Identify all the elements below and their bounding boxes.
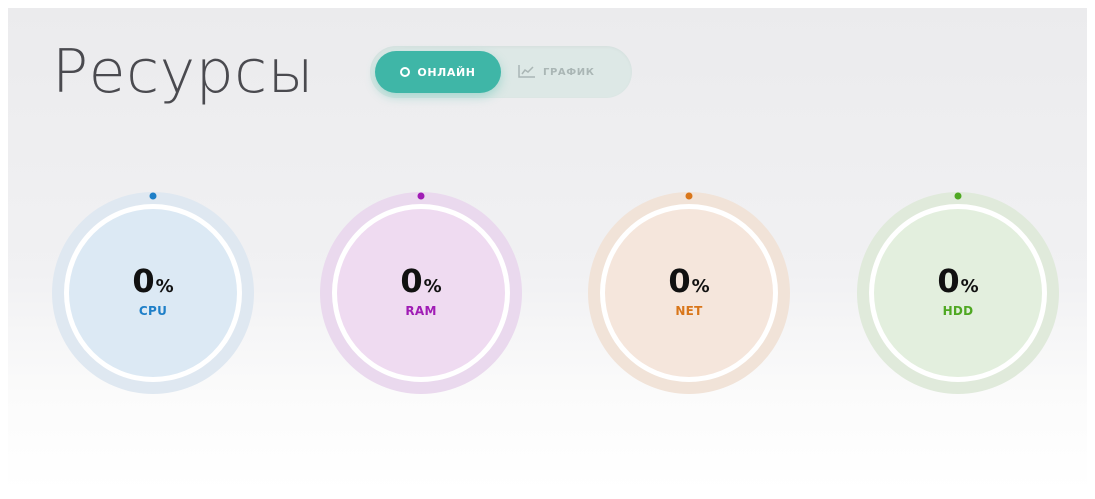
online-label: ОНЛАЙН	[417, 65, 476, 79]
line-chart-icon	[518, 63, 536, 82]
gauge-net: 0% NET	[586, 184, 792, 396]
view-toggle: ОНЛАЙН ГРАФИК	[370, 46, 632, 98]
graph-button[interactable]: ГРАФИК	[518, 51, 622, 93]
gauge-hdd: 0% HDD	[855, 184, 1061, 396]
gauge-cpu: 0% CPU	[50, 184, 256, 396]
page-title: Ресурсы	[52, 37, 315, 107]
resources-panel: Ресурсы ОНЛАЙН ГРАФИК 0% CPU 0% RAM 0% N…	[8, 8, 1087, 491]
gauge-label: HDD	[942, 304, 974, 318]
gauge-value: 0	[400, 262, 423, 300]
circle-icon	[400, 67, 411, 77]
online-button[interactable]: ОНЛАЙН	[375, 51, 501, 93]
graph-label: ГРАФИК	[543, 66, 595, 78]
gauge-indicator-dot	[685, 192, 693, 200]
gauge-label: NET	[675, 304, 703, 318]
gauge-indicator-dot	[149, 192, 157, 200]
gauge-unit: %	[691, 276, 710, 297]
gauge-value: 0	[668, 262, 691, 300]
gauge-value: 0	[132, 262, 155, 300]
gauge-unit: %	[960, 276, 979, 297]
gauge-indicator-dot	[954, 192, 962, 200]
gauge-ram: 0% RAM	[318, 184, 524, 396]
gauge-unit: %	[155, 276, 174, 297]
gauge-label: CPU	[138, 304, 168, 318]
gauge-value: 0	[937, 262, 960, 300]
gauge-indicator-dot	[417, 192, 425, 200]
gauge-label: RAM	[405, 304, 437, 318]
gauge-unit: %	[423, 276, 442, 297]
